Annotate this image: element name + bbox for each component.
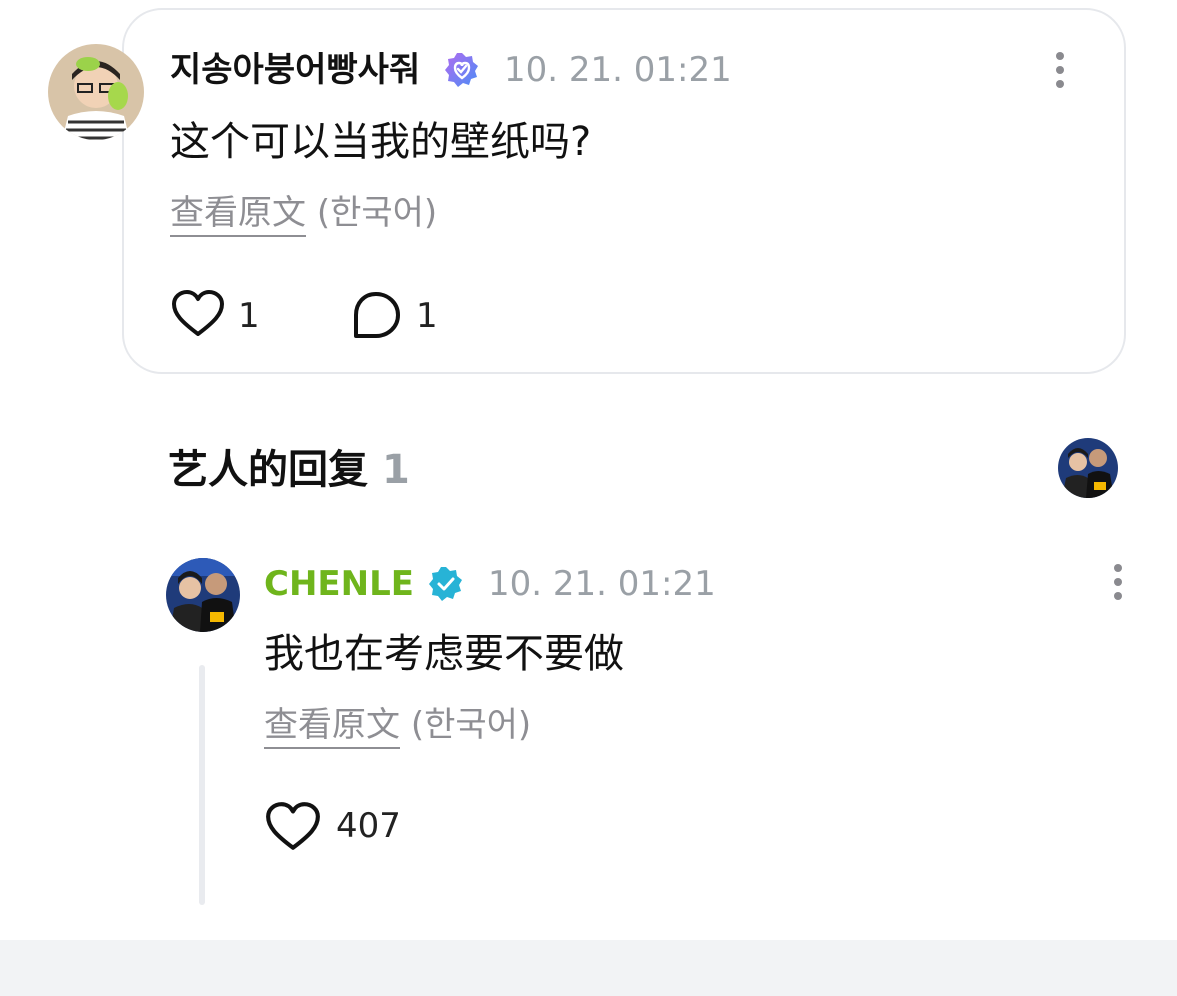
artist-replies-count: 1 bbox=[382, 447, 410, 493]
reply-more-button[interactable] bbox=[1108, 564, 1128, 608]
chat-bubble-icon bbox=[354, 292, 400, 338]
view-original-link[interactable]: 查看原文 bbox=[170, 193, 306, 237]
artist-name[interactable]: CHENLE bbox=[264, 564, 414, 604]
reply-thread-line bbox=[199, 665, 205, 905]
artist-replies-header: 艺人的回复 1 bbox=[168, 446, 410, 494]
artist-verified-badge-icon bbox=[429, 567, 462, 601]
commenter-name[interactable]: 지송아붕어빵사줘 bbox=[170, 50, 420, 90]
fan-verified-badge-icon bbox=[445, 53, 478, 87]
more-dot-icon bbox=[1114, 592, 1122, 600]
comment-reply-button[interactable] bbox=[350, 290, 402, 342]
reply-timestamp: 10. 21. 01:21 bbox=[488, 564, 716, 604]
comment-like-button[interactable] bbox=[170, 286, 226, 342]
heart-outline-icon bbox=[266, 802, 320, 850]
comment-more-button[interactable] bbox=[1050, 52, 1070, 96]
comment-text: 这个可以当我的壁纸吗? bbox=[170, 119, 592, 165]
reply-like-button[interactable] bbox=[264, 798, 322, 856]
bottom-divider-bar bbox=[0, 940, 1177, 996]
comment-like-count: 1 bbox=[238, 296, 260, 336]
artist-avatar[interactable] bbox=[166, 558, 240, 632]
view-original-link[interactable]: 查看原文 bbox=[264, 705, 400, 749]
more-dot-icon bbox=[1114, 564, 1122, 572]
reply-translate: 查看原文 (한국어) bbox=[264, 704, 532, 749]
artist-replies-title: 艺人的回复 bbox=[168, 447, 368, 493]
commenter-avatar[interactable] bbox=[48, 44, 144, 140]
original-language-label: (한국어) bbox=[316, 193, 438, 233]
comment-reply-count: 1 bbox=[416, 296, 438, 336]
reply-text: 我也在考虑要不要做 bbox=[264, 631, 624, 677]
comment-card: 지송아붕어빵사줘 10. 21. 01:21 这个可以当我的壁纸吗? 查看原文 … bbox=[48, 8, 1126, 374]
more-dot-icon bbox=[1056, 52, 1064, 60]
comment-translate: 查看原文 (한국어) bbox=[170, 192, 438, 237]
more-dot-icon bbox=[1114, 578, 1122, 586]
comment-timestamp: 10. 21. 01:21 bbox=[504, 50, 732, 90]
more-dot-icon bbox=[1056, 80, 1064, 88]
artist-replies-avatar[interactable] bbox=[1058, 438, 1118, 498]
original-language-label: (한국어) bbox=[410, 705, 532, 745]
reply-like-count: 407 bbox=[336, 806, 401, 846]
heart-outline-icon bbox=[172, 290, 224, 336]
more-dot-icon bbox=[1056, 66, 1064, 74]
